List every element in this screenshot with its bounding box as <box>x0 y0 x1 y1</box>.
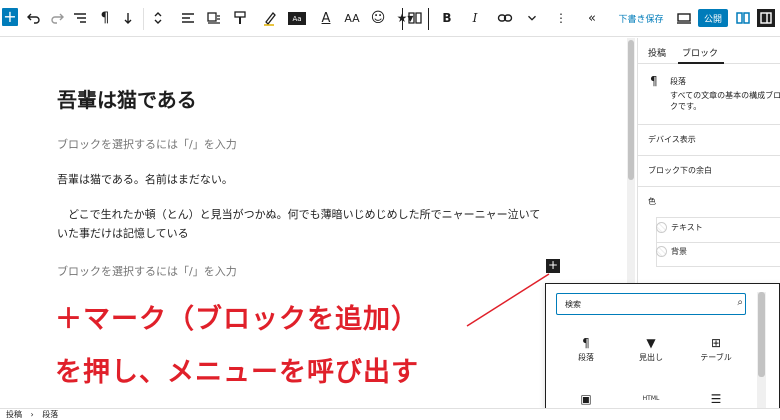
chevron-down-icon[interactable] <box>525 6 539 30</box>
search-icon: ⌕ <box>737 297 743 308</box>
block-inserter-button[interactable]: + <box>546 259 560 273</box>
scrollbar-thumb[interactable] <box>758 292 765 377</box>
emoji-icon[interactable]: ☺ <box>370 6 386 30</box>
device-visibility-panel[interactable]: デバイス表示 <box>638 124 780 155</box>
breadcrumb-separator: › <box>30 410 34 419</box>
block-name: 段落 <box>670 77 686 86</box>
tab-block[interactable]: ブロック <box>677 46 725 64</box>
bold-icon[interactable]: B <box>440 6 454 30</box>
list-view-icon[interactable] <box>72 6 88 30</box>
block-item-html[interactable]: HTML <box>621 390 681 408</box>
html-icon: HTML <box>642 395 660 402</box>
sidebar-tabs: 投稿 ブロック <box>638 38 780 64</box>
block-margin-panel[interactable]: ブロック下の余白 <box>638 155 780 186</box>
breadcrumb-post[interactable]: 投稿 <box>6 410 22 419</box>
save-draft-button[interactable]: 下書き保存 <box>618 6 664 30</box>
font-size-icon[interactable]: AA <box>343 6 361 30</box>
paragraph-line: どこで生れたか頓（とん）と見当がつかぬ。何でも薄暗いじめじめした所でニャーニャー… <box>57 208 541 221</box>
color-panel-label: 色 <box>638 186 780 214</box>
block-item-paragraph[interactable]: ¶ 段落 <box>556 334 616 363</box>
annotation-line1: ＋マーク（ブロックを追加） <box>55 304 419 335</box>
more-icon[interactable]: ⋮ <box>555 6 567 30</box>
highlight-icon[interactable] <box>262 6 278 30</box>
block-item-label: 段落 <box>578 353 594 362</box>
text-color-label: テキスト <box>671 223 703 232</box>
block-item-heading[interactable]: ▼ 見出し <box>621 334 681 363</box>
block-description: すべての文章の基本の構成ブロックです。 <box>670 91 780 111</box>
book-icon[interactable] <box>406 6 424 30</box>
paragraph-icon: ¶ <box>582 336 590 350</box>
paint-icon[interactable] <box>232 6 248 30</box>
empty-block-placeholder[interactable]: ブロックを選択するには「/」を入力 <box>57 263 237 279</box>
table-icon: ⊞ <box>710 336 722 350</box>
add-block-button[interactable]: + <box>2 8 18 26</box>
background-color-option[interactable]: 背景 <box>656 246 687 257</box>
text-color-icon[interactable]: A <box>318 6 334 30</box>
block-item-label: 見出し <box>639 353 663 362</box>
link-icon[interactable] <box>497 6 513 30</box>
redo-icon[interactable] <box>49 6 65 30</box>
code-icon[interactable]: Aa <box>288 12 306 25</box>
color-swatch-icon <box>656 222 667 233</box>
book-open-icon[interactable] <box>735 6 751 30</box>
post-title[interactable]: 吾輩は猫である <box>57 84 197 113</box>
collapse-icon[interactable]: « <box>585 6 599 30</box>
block-item-image[interactable]: ▣ <box>556 390 616 408</box>
align-icon[interactable] <box>180 6 196 30</box>
block-item-list[interactable]: ☰ <box>686 390 746 408</box>
paragraph-icon[interactable]: ¶ <box>97 6 113 30</box>
desktop-icon[interactable] <box>676 6 692 30</box>
image-icon[interactable] <box>206 6 222 30</box>
move-icon[interactable] <box>120 6 136 30</box>
block-search-input[interactable]: 検索 <box>556 293 746 315</box>
paragraph-block-icon: ¶ <box>650 74 658 88</box>
breadcrumb-paragraph[interactable]: 段落 <box>42 410 58 419</box>
sidebar-icon[interactable] <box>757 9 775 27</box>
popup-scrollbar[interactable] <box>757 292 766 417</box>
paragraph-line: いた事だけは記憶している <box>57 227 189 240</box>
publish-button[interactable]: 公開 <box>698 9 728 27</box>
italic-icon[interactable]: I <box>468 6 482 30</box>
block-inserter-popup: 検索 ⌕ ¶ 段落 ▼ 見出し ⊞ テーブル ▣ HTML ☰ <box>545 283 780 420</box>
bookmark-icon: ▼ <box>646 336 656 350</box>
undo-icon[interactable] <box>26 6 42 30</box>
paragraph-block[interactable]: どこで生れたか頓（とん）と見当がつかぬ。何でも薄暗いじめじめした所でニャーニャー… <box>57 205 540 243</box>
breadcrumb: 投稿 › 段落 <box>0 408 780 420</box>
editor-toolbar: + ¶ Aa A AA ☺ ★▾ B I ⋮ « 下書き保存 公開 <box>0 0 780 37</box>
image-icon: ▣ <box>580 392 592 406</box>
block-item-table[interactable]: ⊞ テーブル <box>686 334 746 363</box>
paragraph-block[interactable]: 吾輩は猫である。名前はまだない。 <box>57 170 233 189</box>
color-swatch-icon <box>656 246 667 257</box>
divider <box>656 242 780 243</box>
empty-block-placeholder[interactable]: ブロックを選択するには「/」を入力 <box>57 136 237 152</box>
background-color-label: 背景 <box>671 247 687 256</box>
annotation-line2: を押し、メニューを呼び出す <box>55 357 419 388</box>
scrollbar-thumb[interactable] <box>628 40 634 180</box>
text-color-option[interactable]: テキスト <box>656 222 703 233</box>
tab-post[interactable]: 投稿 <box>648 46 666 59</box>
list-icon: ☰ <box>710 392 722 406</box>
block-item-label: テーブル <box>700 353 732 362</box>
